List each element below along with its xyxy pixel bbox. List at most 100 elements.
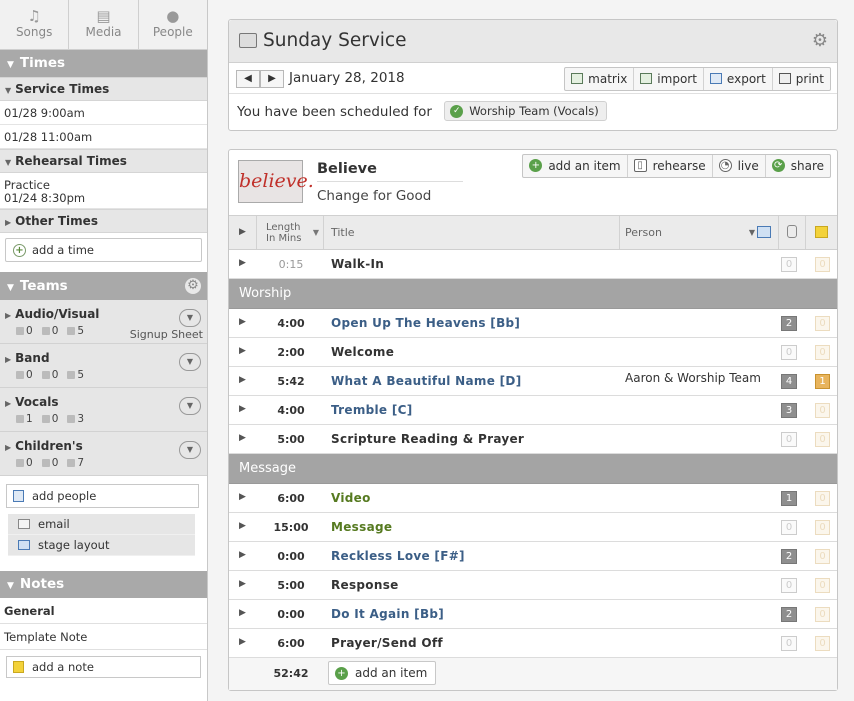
- item-length[interactable]: 5:00: [258, 579, 324, 592]
- item-length[interactable]: 6:00: [258, 492, 324, 505]
- team-group[interactable]: ▶ Band 0 0 5 ▼: [0, 344, 207, 388]
- item-length[interactable]: 0:00: [258, 550, 324, 563]
- notes-count-badge[interactable]: 0: [815, 316, 830, 331]
- expand-triangle-icon[interactable]: ▶: [239, 637, 246, 647]
- item-title[interactable]: Response: [331, 578, 399, 592]
- length-column-header[interactable]: Length In Mins ▼: [258, 216, 324, 249]
- notes-count-badge[interactable]: 0: [815, 257, 830, 272]
- plan-item-row[interactable]: ▶ 0:00 Reckless Love [F#] 2 0: [229, 542, 837, 571]
- expand-triangle-icon[interactable]: ▶: [239, 492, 246, 502]
- notes-count-badge[interactable]: 0: [815, 549, 830, 564]
- gear-icon[interactable]: ⚙: [812, 32, 828, 50]
- import-button[interactable]: import: [634, 68, 704, 90]
- plan-item-row[interactable]: ▶ 4:00 Open Up The Heavens [Bb] 2 0: [229, 309, 837, 338]
- attachments-count-badge[interactable]: 3: [781, 403, 797, 418]
- rehearsal-time[interactable]: Practice 01/24 8:30pm: [0, 173, 207, 209]
- expand-triangle-icon[interactable]: ▶: [239, 550, 246, 560]
- item-title[interactable]: Video: [331, 491, 371, 505]
- email-link[interactable]: email: [8, 514, 195, 535]
- export-button[interactable]: export: [704, 68, 773, 90]
- expand-all-toggle[interactable]: ▶: [229, 216, 257, 249]
- template-note[interactable]: Template Note: [0, 624, 207, 650]
- attachments-count-badge[interactable]: 0: [781, 636, 797, 651]
- notes-count-badge[interactable]: 1: [815, 374, 830, 389]
- item-length[interactable]: 0:00: [258, 608, 324, 621]
- other-times-heading[interactable]: ▶ Other Times: [0, 209, 207, 233]
- item-title[interactable]: What A Beautiful Name [D]: [331, 374, 521, 388]
- item-length[interactable]: 5:00: [258, 433, 324, 446]
- chevron-down-icon[interactable]: ▼: [179, 397, 201, 415]
- notes-count-badge[interactable]: 0: [815, 345, 830, 360]
- next-date-button[interactable]: ▶: [260, 70, 284, 88]
- notes-heading[interactable]: ▼ Notes: [0, 571, 207, 598]
- item-length[interactable]: 4:00: [258, 404, 324, 417]
- times-heading[interactable]: ▼ Times: [0, 50, 207, 77]
- item-title[interactable]: Message: [331, 520, 392, 534]
- live-button[interactable]: ◔ live: [713, 155, 766, 177]
- person-column-header[interactable]: ▼ Person: [621, 216, 777, 249]
- nav-songs[interactable]: ♫ Songs: [0, 0, 70, 49]
- service-times-heading[interactable]: ▼ Service Times: [0, 77, 207, 101]
- note-category-general[interactable]: General: [0, 598, 207, 624]
- chevron-down-icon[interactable]: ▼: [179, 441, 201, 459]
- plan-item-row[interactable]: ▶ 15:00 Message 0 0: [229, 513, 837, 542]
- expand-triangle-icon[interactable]: ▶: [239, 317, 246, 327]
- team-group[interactable]: ▶ Children's 0 0 7 ▼: [0, 432, 207, 476]
- plan-item-row[interactable]: ▶ 6:00 Prayer/Send Off 0 0: [229, 629, 837, 658]
- add-people-field[interactable]: add people: [6, 484, 199, 508]
- attachments-count-badge[interactable]: 4: [781, 374, 797, 389]
- item-title[interactable]: Prayer/Send Off: [331, 636, 443, 650]
- plan-item-row[interactable]: ▶ 0:00 Do It Again [Bb] 2 0: [229, 600, 837, 629]
- notes-count-badge[interactable]: 0: [815, 491, 830, 506]
- notes-count-badge[interactable]: 0: [815, 520, 830, 535]
- notes-count-badge[interactable]: 0: [815, 578, 830, 593]
- expand-triangle-icon[interactable]: ▶: [239, 346, 246, 356]
- team-group[interactable]: ▶ Vocals 1 0 3 ▼: [0, 388, 207, 432]
- print-button[interactable]: print: [773, 68, 830, 90]
- scheduled-team-badge[interactable]: ✓ Worship Team (Vocals): [444, 101, 607, 121]
- add-note-button[interactable]: add a note: [6, 656, 201, 678]
- plan-item-row[interactable]: ▶ 5:00 Scripture Reading & Prayer 0 0: [229, 425, 837, 454]
- attachments-count-badge[interactable]: 2: [781, 607, 797, 622]
- plan-item-row[interactable]: ▶ 5:42 What A Beautiful Name [D] Aaron & Wo…: [229, 367, 837, 396]
- plan-section-header[interactable]: Worship: [229, 279, 837, 309]
- rehearse-button[interactable]: ▯ rehearse: [628, 155, 713, 177]
- plan-item-row[interactable]: ▶ 4:00 Tremble [C] 3 0: [229, 396, 837, 425]
- expand-triangle-icon[interactable]: ▶: [239, 521, 246, 531]
- attachments-count-badge[interactable]: 0: [781, 257, 797, 272]
- plan-item-row[interactable]: ▶ 6:00 Video 1 0: [229, 484, 837, 513]
- item-title[interactable]: Do It Again [Bb]: [331, 607, 444, 621]
- service-time[interactable]: 01/28 9:00am: [0, 101, 207, 125]
- add-time-button[interactable]: + add a time: [5, 238, 202, 262]
- notes-count-badge[interactable]: 0: [815, 432, 830, 447]
- plan-item-row[interactable]: ▶ 2:00 Welcome 0 0: [229, 338, 837, 367]
- item-length[interactable]: 4:00: [258, 317, 324, 330]
- attachments-count-badge[interactable]: 1: [781, 491, 797, 506]
- chevron-down-icon[interactable]: ▼: [179, 309, 201, 327]
- notes-count-badge[interactable]: 0: [815, 403, 830, 418]
- item-length[interactable]: 5:42: [258, 375, 324, 388]
- plan-item-row[interactable]: ▶ 0:15 Walk-In 0 0: [229, 250, 837, 279]
- matrix-button[interactable]: matrix: [565, 68, 635, 90]
- nav-media[interactable]: ▤ Media: [69, 0, 139, 49]
- plan-section-header[interactable]: Message: [229, 454, 837, 484]
- expand-triangle-icon[interactable]: ▶: [239, 375, 246, 385]
- attachments-count-badge[interactable]: 0: [781, 520, 797, 535]
- nav-people[interactable]: ● People: [139, 0, 207, 49]
- item-title[interactable]: Reckless Love [F#]: [331, 549, 465, 563]
- item-length[interactable]: 0:15: [258, 258, 324, 271]
- gear-icon[interactable]: ⚙: [185, 278, 201, 294]
- team-group[interactable]: ▶ Audio/Visual 0 0 5 ▼ Signup Sheet: [0, 300, 207, 344]
- item-title[interactable]: Open Up The Heavens [Bb]: [331, 316, 520, 330]
- rehearsal-times-heading[interactable]: ▼ Rehearsal Times: [0, 149, 207, 173]
- stage-layout-link[interactable]: stage layout: [8, 535, 195, 556]
- item-title[interactable]: Walk-In: [331, 257, 384, 271]
- chevron-down-icon[interactable]: ▼: [179, 353, 201, 371]
- item-length[interactable]: 15:00: [258, 521, 324, 534]
- share-button[interactable]: ⟳ share: [766, 155, 830, 177]
- expand-triangle-icon[interactable]: ▶: [239, 608, 246, 618]
- expand-triangle-icon[interactable]: ▶: [239, 258, 246, 268]
- attachments-count-badge[interactable]: 0: [781, 432, 797, 447]
- column-toggle-icon[interactable]: [757, 226, 771, 238]
- previous-date-button[interactable]: ◀: [236, 70, 260, 88]
